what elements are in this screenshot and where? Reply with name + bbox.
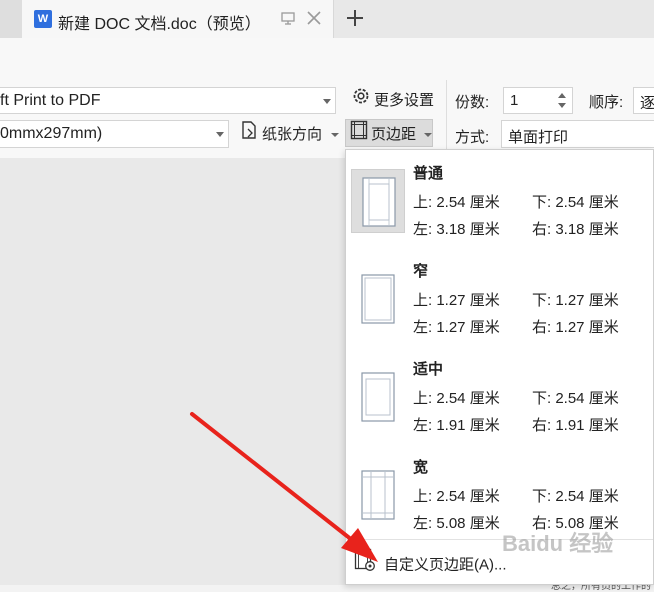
margin-preset-narrow[interactable]: 窄 上: 1.27 厘米 下: 1.27 厘米 左: 1.27 厘米 右: 1.…	[346, 248, 653, 346]
pin-window-icon[interactable]	[280, 10, 296, 26]
plus-icon[interactable]	[344, 6, 366, 30]
chevron-down-icon	[331, 132, 340, 137]
margin-preview-icon	[351, 365, 405, 429]
wps-writer-icon: W	[34, 10, 52, 28]
margins-label: 页边距	[371, 125, 417, 143]
preset-top: 上: 1.27 厘米	[413, 292, 500, 309]
toolbar-divider	[446, 80, 447, 152]
decrement-icon[interactable]	[558, 103, 566, 108]
custom-margins-item[interactable]: 自定义页边距(A)...	[354, 548, 507, 578]
preset-name: 适中	[413, 361, 444, 378]
preset-name: 窄	[413, 263, 429, 280]
order-label: 顺序:	[589, 94, 624, 111]
orientation-label: 纸张方向	[262, 125, 323, 143]
custom-margins-label: 自定义页边距(A)...	[384, 556, 507, 574]
margin-preview-icon	[351, 463, 405, 527]
copies-label: 份数:	[455, 94, 490, 111]
chevron-down-icon	[424, 132, 433, 137]
paper-size-select[interactable]: 0mmx297mm)	[0, 120, 229, 148]
order-value: 逐	[640, 95, 654, 112]
tab-bar: W 新建 DOC 文档.doc（预览）	[0, 0, 654, 38]
chevron-down-icon	[216, 132, 224, 137]
paper-size-value: 0mmx297mm)	[0, 125, 103, 142]
copies-stepper[interactable]: 1	[503, 87, 573, 114]
preset-right: 右: 3.18 厘米	[532, 221, 619, 238]
printer-value: ft Print to PDF	[0, 92, 101, 109]
preset-bottom: 下: 2.54 厘米	[532, 488, 619, 505]
duplex-mode-label: 方式:	[455, 129, 490, 146]
margins-button[interactable]: 页边距	[345, 119, 433, 147]
preset-name: 宽	[413, 459, 429, 476]
preset-left: 左: 1.27 厘米	[413, 319, 500, 336]
increment-icon[interactable]	[558, 93, 566, 98]
document-tab[interactable]: W 新建 DOC 文档.doc（预览）	[22, 0, 334, 38]
preset-left: 左: 5.08 厘米	[413, 515, 500, 532]
copies-value: 1	[510, 92, 519, 109]
chevron-down-icon	[323, 99, 331, 104]
tab-title: 新建 DOC 文档.doc（预览）	[58, 16, 261, 33]
close-icon[interactable]	[305, 8, 323, 28]
preset-bottom: 下: 2.54 厘米	[532, 194, 619, 211]
margin-preset-moderate[interactable]: 适中 上: 2.54 厘米 下: 2.54 厘米 左: 1.91 厘米 右: 1…	[346, 346, 653, 444]
duplex-mode-select[interactable]: 单面打印	[501, 120, 654, 148]
previous-tab-edge[interactable]	[0, 0, 22, 38]
preset-left: 左: 1.91 厘米	[413, 417, 500, 434]
custom-margins-icon	[354, 548, 376, 583]
margin-preview-icon	[351, 267, 405, 331]
margin-preview-icon	[351, 169, 405, 233]
gear-icon	[351, 86, 371, 116]
paper-orientation-icon	[239, 120, 259, 150]
preset-top: 上: 2.54 厘米	[413, 488, 500, 505]
duplex-mode-value: 单面打印	[508, 129, 569, 146]
preset-right: 右: 1.91 厘米	[532, 417, 619, 434]
more-settings-label: 更多设置	[374, 91, 435, 109]
preset-name: 普通	[413, 165, 444, 182]
printer-select[interactable]: ft Print to PDF	[0, 87, 336, 114]
preset-left: 左: 3.18 厘米	[413, 221, 500, 238]
baidu-watermark: Baidu 经验	[502, 531, 614, 556]
margins-dropdown-menu: 普通 上: 2.54 厘米 下: 2.54 厘米 左: 3.18 厘米 右: 3…	[345, 149, 654, 585]
preset-bottom: 下: 1.27 厘米	[532, 292, 619, 309]
order-select[interactable]: 逐	[633, 87, 654, 114]
preset-top: 上: 2.54 厘米	[413, 194, 500, 211]
more-settings-button[interactable]: 更多设置	[351, 86, 434, 114]
preset-bottom: 下: 2.54 厘米	[532, 390, 619, 407]
page-margins-icon	[350, 120, 368, 150]
preset-right: 右: 1.27 厘米	[532, 319, 619, 336]
margin-preset-normal[interactable]: 普通 上: 2.54 厘米 下: 2.54 厘米 左: 3.18 厘米 右: 3…	[346, 150, 653, 248]
preset-top: 上: 2.54 厘米	[413, 390, 500, 407]
orientation-button[interactable]: 纸张方向	[239, 120, 340, 150]
